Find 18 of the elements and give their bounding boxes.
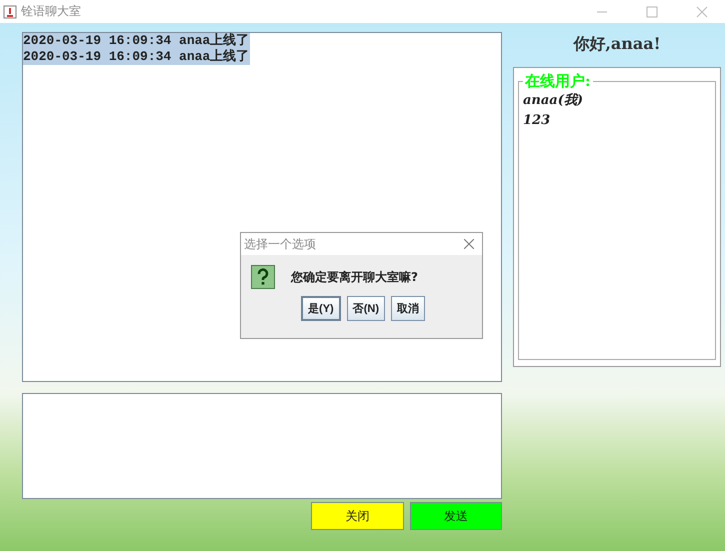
dialog-button[interactable]: 取消 [391, 296, 425, 321]
question-icon [251, 265, 275, 289]
dialog-button[interactable]: 否(N) [346, 296, 385, 321]
dialog-button[interactable]: 是(Y) [301, 296, 341, 321]
panel-title: 在线用户: [524, 72, 592, 91]
message-input[interactable] [22, 393, 502, 499]
close-icon[interactable] [464, 239, 474, 249]
dialog-message: 您确定要离开聊大室嘛? [291, 268, 418, 286]
send-button[interactable]: 发送 [410, 502, 502, 530]
window-title: 铨语聊大室 [21, 3, 82, 20]
chat-message: 2020-03-19 16:09:34 anaa上线了 [23, 33, 250, 49]
chat-message: 2020-03-19 16:09:34 anaa上线了 [23, 49, 250, 65]
dialog-title: 选择一个选项 [244, 236, 316, 252]
greeting: 你好,anaa! [572, 33, 662, 55]
close-button[interactable]: 关闭 [311, 502, 404, 530]
user-item[interactable]: anaa(我) [523, 91, 711, 111]
user-item[interactable]: 123 [523, 111, 711, 131]
app-icon [3, 4, 17, 18]
